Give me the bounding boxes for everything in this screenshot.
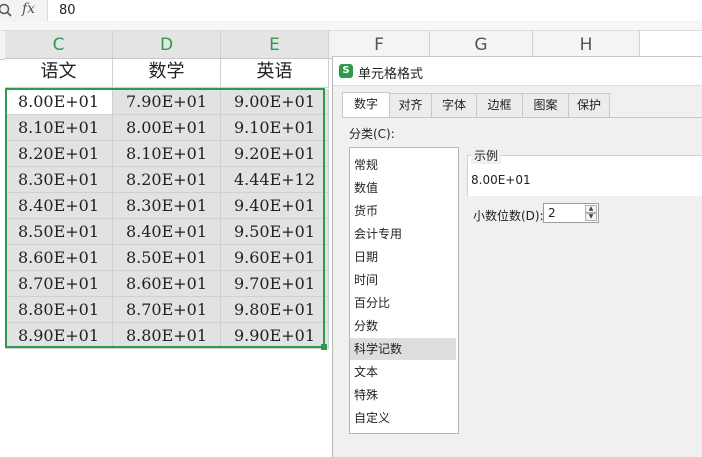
sample-value: 8.00E+01 (471, 173, 531, 187)
data-cell[interactable]: 9.60E+01 (221, 245, 329, 271)
data-cell[interactable]: 8.10E+01 (5, 115, 113, 141)
tab-0[interactable]: 数字 (342, 92, 390, 118)
fill-handle[interactable] (321, 344, 327, 350)
data-cell[interactable]: 9.50E+01 (221, 219, 329, 245)
header-cell[interactable]: 英语 (221, 59, 329, 88)
category-label: 分类(C): (349, 127, 395, 141)
category-item[interactable]: 日期 (350, 246, 456, 268)
tab-5[interactable]: 保护 (568, 93, 610, 117)
tab-3[interactable]: 边框 (476, 93, 523, 117)
app-logo-icon: S (339, 64, 353, 78)
category-item[interactable]: 会计专用 (350, 223, 456, 245)
category-list[interactable]: 常规 数值 货币 会计专用 日期 时间 百分比 分数 科学记数 文本 特殊 自定义 (349, 147, 459, 434)
column-header-g[interactable]: G (430, 31, 533, 59)
data-cell[interactable]: 8.50E+01 (113, 245, 221, 271)
format-cells-dialog: S 单元格格式 数字 对齐 字体 边框 图案 保护 分类(C): 常规 数值 货币 会计专用 日期… (332, 56, 702, 457)
fx-icon[interactable]: fx (22, 1, 35, 17)
data-cell[interactable]: 8.60E+01 (113, 271, 221, 297)
data-cell[interactable]: 8.20E+01 (113, 167, 221, 193)
column-header-e[interactable]: E (221, 31, 329, 59)
data-cell[interactable]: 8.10E+01 (113, 141, 221, 167)
category-item[interactable]: 常规 (350, 154, 456, 176)
column-header-f[interactable]: F (329, 31, 430, 59)
data-cell[interactable]: 8.80E+01 (113, 323, 221, 349)
category-item[interactable]: 自定义 (350, 407, 456, 429)
decimal-places-stepper[interactable]: 2 ▲ ▼ (543, 203, 599, 223)
decimal-places-value[interactable]: 2 (548, 205, 556, 221)
data-cell[interactable]: 8.70E+01 (5, 271, 113, 297)
data-cell[interactable]: 9.80E+01 (221, 297, 329, 323)
tab-4[interactable]: 图案 (522, 93, 569, 117)
data-cell[interactable]: 9.70E+01 (221, 271, 329, 297)
data-cell[interactable]: 8.20E+01 (5, 141, 113, 167)
header-cell[interactable]: 语文 (5, 59, 113, 88)
data-cell[interactable]: 8.90E+01 (5, 323, 113, 349)
category-item[interactable]: 数值 (350, 177, 456, 199)
data-cell[interactable]: 9.00E+01 (221, 89, 329, 115)
formula-bar: fx 80 (0, 0, 702, 23)
data-cell[interactable]: 9.10E+01 (221, 115, 329, 141)
tab-divider (342, 117, 702, 118)
header-cell[interactable]: 数学 (113, 59, 221, 88)
category-item[interactable]: 科学记数 (350, 338, 456, 360)
data-cell[interactable]: 8.40E+01 (5, 193, 113, 219)
data-cell[interactable]: 9.40E+01 (221, 193, 329, 219)
category-item[interactable]: 特殊 (350, 384, 456, 406)
data-cell[interactable]: 8.00E+01 (5, 89, 113, 115)
spin-up-icon[interactable]: ▲ (585, 205, 597, 213)
data-cell[interactable]: 8.70E+01 (113, 297, 221, 323)
data-cell[interactable]: 4.44E+12 (221, 167, 329, 193)
data-cell[interactable]: 7.90E+01 (113, 89, 221, 115)
data-cell[interactable]: 9.20E+01 (221, 141, 329, 167)
category-item[interactable]: 货币 (350, 200, 456, 222)
sample-label: 示例 (471, 147, 502, 164)
tab-1[interactable]: 对齐 (389, 93, 432, 117)
data-cell[interactable]: 8.30E+01 (113, 193, 221, 219)
data-cell[interactable]: 8.50E+01 (5, 219, 113, 245)
spin-down-icon[interactable]: ▼ (585, 213, 597, 221)
data-cell[interactable]: 8.60E+01 (5, 245, 113, 271)
sheet-grid: 语文 数学 英语 8.00E+01 7.90E+01 9.00E+01 8.10E+01 8.… (0, 59, 335, 451)
category-item[interactable]: 分数 (350, 315, 456, 337)
column-header-d[interactable]: D (113, 31, 221, 59)
data-cell[interactable]: 8.30E+01 (5, 167, 113, 193)
category-item[interactable]: 时间 (350, 269, 456, 291)
category-item[interactable]: 文本 (350, 361, 456, 383)
data-cell[interactable]: 8.40E+01 (113, 219, 221, 245)
data-cell[interactable]: 8.00E+01 (113, 115, 221, 141)
dialog-titlebar[interactable]: S 单元格格式 (333, 57, 702, 86)
category-item[interactable]: 百分比 (350, 292, 456, 314)
data-cell[interactable]: 8.80E+01 (5, 297, 113, 323)
column-header-h[interactable]: H (533, 31, 640, 59)
decimal-places-label: 小数位数(D): (473, 209, 544, 223)
magnifier-icon[interactable] (0, 3, 12, 17)
data-cell[interactable]: 9.90E+01 (221, 323, 329, 349)
column-header-c[interactable]: C (5, 31, 113, 59)
toolbar-separator (0, 22, 702, 31)
formula-input[interactable]: 80 (47, 0, 702, 21)
dialog-title: 单元格格式 (358, 67, 424, 82)
tab-2[interactable]: 字体 (431, 93, 477, 117)
